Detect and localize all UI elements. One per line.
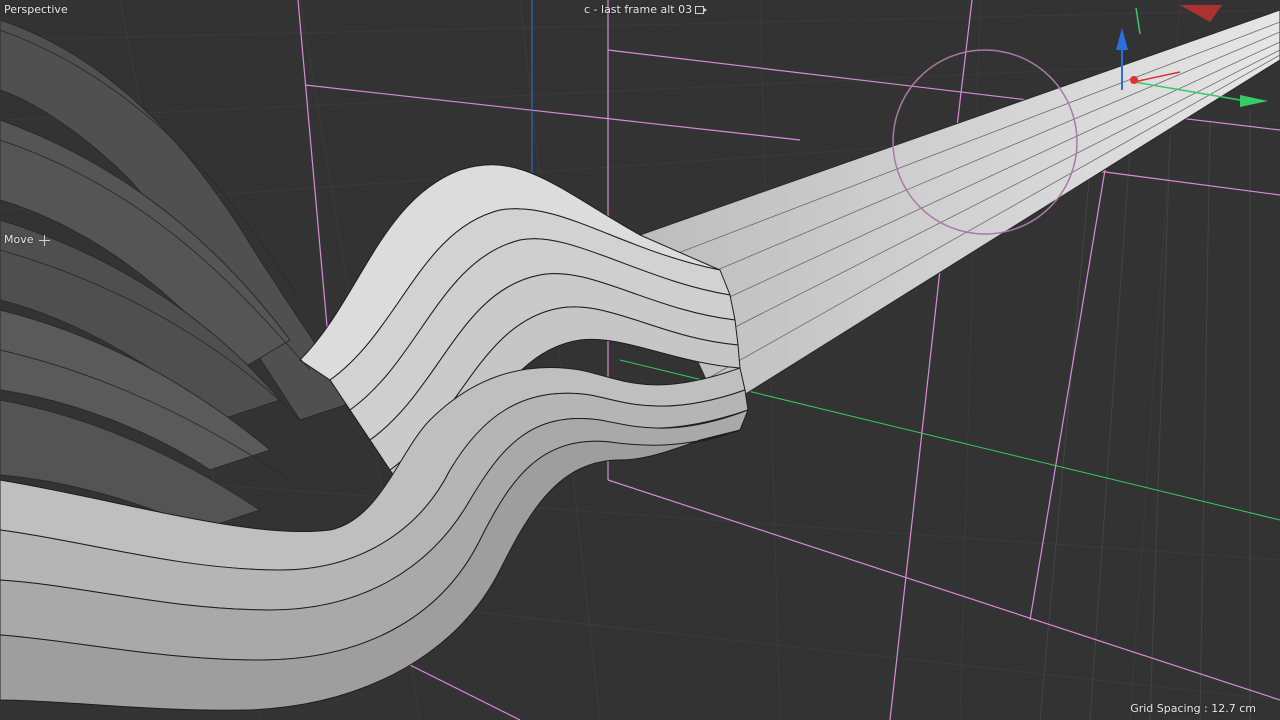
guide-lines <box>1039 110 1251 720</box>
camera-icon[interactable] <box>695 6 708 14</box>
scene-canvas[interactable] <box>0 0 1280 720</box>
3d-viewport[interactable]: Perspective c - last frame alt 03 Move G… <box>0 0 1280 720</box>
camera-title-text: c - last frame alt 03 <box>584 3 693 16</box>
move-icon <box>38 234 50 246</box>
active-tool-label: Move <box>4 233 50 247</box>
view-name-label[interactable]: Perspective <box>4 3 68 17</box>
active-tool-text: Move <box>4 233 34 246</box>
camera-title[interactable]: c - last frame alt 03 <box>584 3 708 17</box>
grid-spacing-label: Grid Spacing : 12.7 cm <box>1130 702 1256 715</box>
